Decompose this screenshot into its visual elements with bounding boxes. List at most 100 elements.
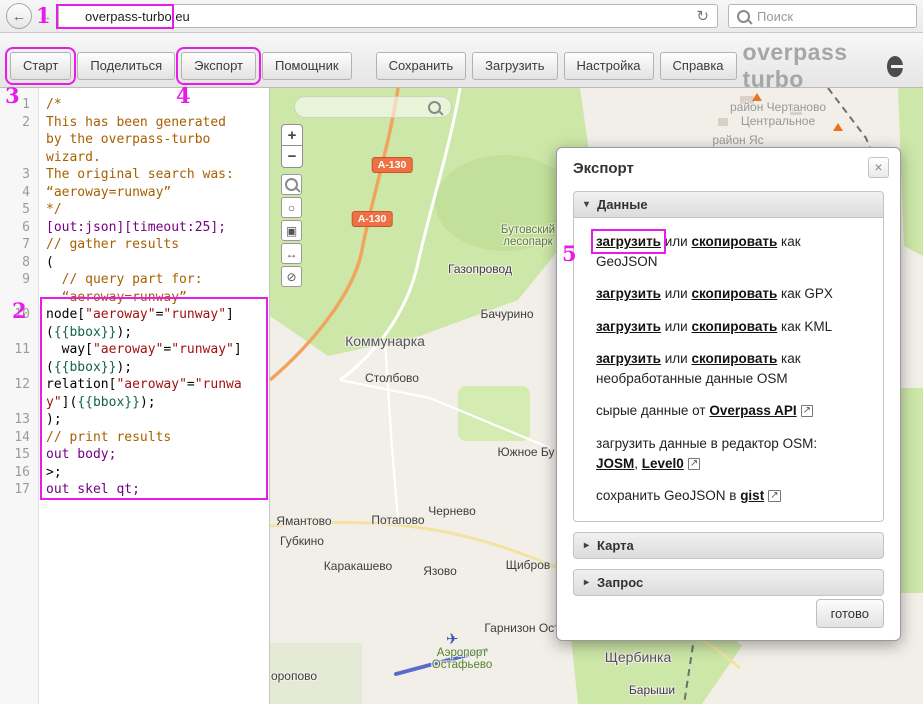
code-line[interactable]: node["aeroway"="runway"] [39,306,234,324]
locate-icon[interactable]: ○ [281,197,302,218]
code-line[interactable]: “aeroway=runway” [39,184,171,202]
export-link-загрузить[interactable]: загрузить [596,319,661,334]
code-line[interactable]: /* [39,96,62,114]
line-number [0,394,39,412]
code-line[interactable]: out body; [39,446,116,464]
export-text: как GPX [777,286,833,301]
address-bar[interactable]: overpass-turbo.eu ↻ [58,4,718,28]
export-link-скопировать[interactable]: скопировать [691,234,777,249]
toolbar-button-Поделиться[interactable]: Поделиться [77,52,175,80]
code-row: 14// print results [0,429,269,447]
line-number: 9 [0,271,39,289]
export-option-row: сохранить GeoJSON в gist↗ [596,486,861,506]
line-number: 2 [0,114,39,132]
accordion-data-label: Данные [597,197,648,212]
accordion-query[interactable]: ▸ Запрос [573,569,884,596]
toolbar-button-Сохранить[interactable]: Сохранить [376,52,467,80]
export-link-загрузить[interactable]: загрузить [596,286,661,301]
code-line[interactable]: [out:json][timeout:25]; [39,219,226,237]
zoom-in-button[interactable]: + [281,124,303,146]
toolbar-button-Старт[interactable]: Старт [10,52,71,80]
refresh-icon[interactable]: ↻ [694,7,711,25]
export-link-скопировать[interactable]: скопировать [691,286,777,301]
line-number [0,324,39,342]
map-zoom-control: + − [281,124,303,168]
back-icon[interactable]: ← [6,3,32,29]
line-number [0,149,39,167]
triangle-down-icon: ▾ [584,199,589,210]
toolbar-button-Настройка[interactable]: Настройка [564,52,654,80]
fit-data-icon[interactable]: ↔ [281,243,302,264]
forward-icon[interactable]: → [36,8,54,25]
close-icon[interactable]: × [868,157,889,178]
accordion-data[interactable]: ▾ Данные [573,191,884,218]
code-line[interactable]: >; [39,464,62,482]
query-editor[interactable]: 1/*2This has been generatedby the overpa… [0,88,270,704]
code-row: wizard. [0,149,269,167]
accordion-map[interactable]: ▸ Карта [573,532,884,559]
code-line[interactable]: y"]({{bbox}}); [39,394,156,412]
export-option-row: загрузить данные в редактор OSM: JOSM, L… [596,434,861,473]
code-line[interactable]: ( [39,254,54,272]
code-row: 9 // query part for: [0,271,269,289]
code-line[interactable]: way["aeroway"="runway"] [39,341,242,359]
export-link-gist[interactable]: gist [740,488,764,503]
line-number: 5 [0,201,39,219]
code-line[interactable]: */ [39,201,62,219]
code-row: ({{bbox}}); [0,359,269,377]
toolbar-button-Загрузить[interactable]: Загрузить [472,52,557,80]
toolbar-button-Помощник[interactable]: Помощник [262,52,352,80]
line-number: 14 [0,429,39,447]
export-link-Level0[interactable]: Level0 [642,456,684,471]
code-line[interactable]: relation["aeroway"="runwa [39,376,242,394]
airport-icon: ✈ [446,630,459,648]
no-results-icon[interactable]: ⊘ [281,266,302,287]
overpass-logo-icon [887,56,903,77]
export-option-row: загрузить или скопировать как KML [596,317,861,337]
line-number: 1 [0,96,39,114]
export-option-row: сырые данные от Overpass API↗ [596,401,861,421]
code-line[interactable]: // query part for: [39,271,203,289]
export-image-icon[interactable]: ▣ [281,220,302,241]
search-icon [737,10,750,23]
toolbar-button-Справка[interactable]: Справка [660,52,737,80]
export-link-JOSM[interactable]: JOSM [596,456,634,471]
export-link-Overpass API[interactable]: Overpass API [709,403,796,418]
code-row: 15out body; [0,446,269,464]
line-number: 8 [0,254,39,272]
code-line[interactable]: The original search was: [39,166,234,184]
toolbar-buttons: СтартПоделитьсяЭкспортПомощник СохранитьЗ… [10,52,743,80]
export-link-скопировать[interactable]: скопировать [691,319,777,334]
code-row: 16>; [0,464,269,482]
search-input[interactable]: Поиск [728,4,917,28]
line-number: 3 [0,166,39,184]
export-text: как KML [777,319,832,334]
map-search-bar[interactable] [294,96,452,118]
code-line[interactable]: out skel qt; [39,481,140,499]
code-line[interactable]: “aeroway=runway” [39,289,187,307]
zoom-out-button[interactable]: − [281,146,303,168]
line-number: 12 [0,376,39,394]
accordion-map-label: Карта [597,538,634,553]
accordion-query-label: Запрос [597,575,643,590]
code-row: ({{bbox}}); [0,324,269,342]
code-line[interactable]: // gather results [39,236,179,254]
code-line[interactable]: wizard. [39,149,101,167]
export-link-загрузить[interactable]: загрузить [596,234,661,249]
toolbar-button-Экспорт[interactable]: Экспорт [181,52,256,80]
code-line[interactable]: ({{bbox}}); [39,324,132,342]
export-option-row: загрузить или скопировать как GeoJSON [596,232,861,271]
code-line[interactable]: ); [39,411,62,429]
code-row: “aeroway=runway” [0,289,269,307]
app-logo-text: overpass turbo [743,39,879,93]
code-line[interactable]: by the overpass-turbo [39,131,210,149]
export-link-загрузить[interactable]: загрузить [596,351,661,366]
done-button[interactable]: готово [816,599,884,628]
browser-chrome: ← → overpass-turbo.eu ↻ Поиск [0,0,923,33]
export-text: или [661,319,691,334]
code-line[interactable]: This has been generated [39,114,226,132]
code-line[interactable]: // print results [39,429,171,447]
export-link-скопировать[interactable]: скопировать [691,351,777,366]
code-line[interactable]: ({{bbox}}); [39,359,132,377]
search-icon[interactable] [281,174,302,195]
